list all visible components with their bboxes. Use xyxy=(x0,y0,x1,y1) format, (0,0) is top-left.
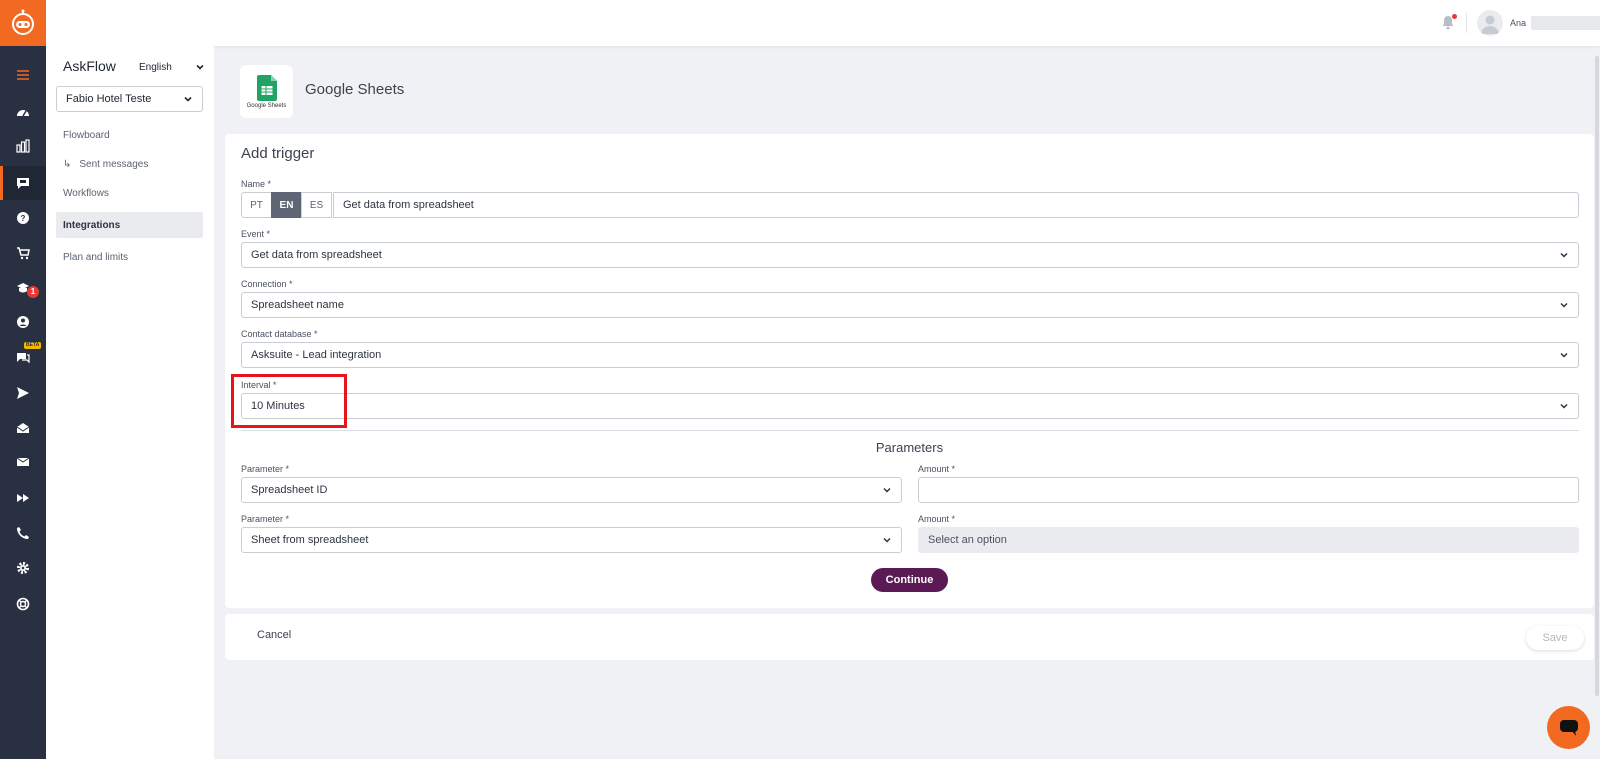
sidebar-item-label: Integrations xyxy=(63,219,121,231)
chevron-down-icon xyxy=(1560,252,1568,258)
user-name-redacted xyxy=(1531,16,1600,30)
chat-bot-icon[interactable] xyxy=(0,166,46,200)
user-menu[interactable]: Ana ▾ xyxy=(1477,10,1600,36)
graduation-cap-icon[interactable]: 1 xyxy=(0,271,46,305)
parameter-select[interactable]: Sheet from spreadsheet xyxy=(241,527,902,553)
sidebar-item-workflows[interactable]: Workflows xyxy=(56,180,203,206)
language-toggle: PT EN ES xyxy=(241,192,332,218)
dashboard-icon[interactable] xyxy=(0,95,46,129)
support-icon[interactable] xyxy=(0,587,46,621)
sidebar-item-label: Plan and limits xyxy=(63,251,129,263)
trigger-name-value: Get data from spreadsheet xyxy=(343,199,474,211)
chat-bubble-icon xyxy=(1559,719,1578,736)
svg-text:?: ? xyxy=(21,214,26,223)
main-nav-rail: ? 1 BETA xyxy=(0,0,46,759)
amount-label: Amount * xyxy=(918,514,956,524)
event-select[interactable]: Get data from spreadsheet xyxy=(241,242,1579,268)
askflow-sidebar: AskFlow English Fabio Hotel Teste Flowbo… xyxy=(46,46,214,759)
chevron-down-icon xyxy=(883,537,891,543)
beta-badge: BETA xyxy=(24,342,42,349)
avatar xyxy=(1477,10,1503,36)
language-value: English xyxy=(139,61,172,73)
topbar-divider xyxy=(1466,13,1467,33)
lang-es-button[interactable]: ES xyxy=(301,192,332,218)
lang-pt-button[interactable]: PT xyxy=(241,192,272,218)
chevron-down-icon xyxy=(196,64,204,70)
chevron-down-icon xyxy=(184,96,192,102)
scrollbar-thumb[interactable] xyxy=(1595,56,1599,696)
sidebar-item-flowboard[interactable]: Flowboard xyxy=(56,122,203,148)
parameter-select[interactable]: Spreadsheet ID xyxy=(241,477,902,503)
sidebar-item-label: Flowboard xyxy=(63,129,110,141)
sidebar-item-plan-and-limits[interactable]: Plan and limits xyxy=(56,244,203,270)
interval-select[interactable]: 10 Minutes xyxy=(241,393,1579,419)
lang-en-button[interactable]: EN xyxy=(271,192,302,218)
parameters-title: Parameters xyxy=(875,440,944,455)
user-name: Ana xyxy=(1510,18,1527,28)
subitem-arrow-icon: ↳ xyxy=(63,158,72,170)
sidebar-item-integrations[interactable]: Integrations xyxy=(56,212,203,238)
parameter-value: Spreadsheet ID xyxy=(251,484,328,496)
interval-highlight-box xyxy=(231,374,347,428)
cart-icon[interactable] xyxy=(0,236,46,270)
contact-database-select[interactable]: Asksuite - Lead integration xyxy=(241,342,1579,368)
cancel-button[interactable]: Cancel xyxy=(257,629,291,641)
add-trigger-form: Add trigger Name * PT EN ES Get data fro… xyxy=(225,134,1594,608)
parameter-label: Parameter * xyxy=(241,514,290,524)
event-label: Event * xyxy=(241,229,271,239)
form-title: Add trigger xyxy=(241,145,315,162)
amount-select-disabled: Select an option xyxy=(918,527,1579,553)
page-title: Google Sheets xyxy=(305,81,405,98)
help-icon[interactable]: ? xyxy=(0,201,46,235)
robot-logo-icon[interactable] xyxy=(0,0,46,46)
send-icon[interactable] xyxy=(0,376,46,410)
sidebar-item-label: Workflows xyxy=(63,187,109,199)
trigger-name-input[interactable]: Get data from spreadsheet xyxy=(333,192,1579,218)
integration-caption: Google Sheets xyxy=(246,102,287,109)
fast-forward-icon[interactable] xyxy=(0,481,46,515)
messages-icon[interactable]: BETA xyxy=(0,340,46,374)
contact-database-label: Contact database * xyxy=(241,329,318,339)
notification-count-badge: 1 xyxy=(27,286,39,298)
user-circle-icon[interactable] xyxy=(0,305,46,339)
event-value: Get data from spreadsheet xyxy=(251,249,382,261)
amount-label: Amount * xyxy=(918,464,956,474)
chevron-down-icon xyxy=(883,487,891,493)
sidebar-title: AskFlow xyxy=(63,58,116,74)
inbox-icon[interactable] xyxy=(0,411,46,445)
connection-select[interactable]: Spreadsheet name xyxy=(241,292,1579,318)
chevron-down-icon xyxy=(1560,352,1568,358)
parameter-label: Parameter * xyxy=(241,464,290,474)
phone-icon[interactable] xyxy=(0,516,46,550)
parameter-value: Sheet from spreadsheet xyxy=(251,534,369,546)
name-label: Name * xyxy=(241,179,272,189)
sidebar-item-label: Sent messages xyxy=(79,158,149,170)
connection-label: Connection * xyxy=(241,279,293,289)
section-divider xyxy=(241,430,1579,431)
mail-icon[interactable] xyxy=(0,445,46,479)
continue-button[interactable]: Continue xyxy=(871,568,948,592)
chevron-down-icon xyxy=(1560,403,1568,409)
hotel-select[interactable]: Fabio Hotel Teste xyxy=(56,86,203,112)
top-bar: Ana ▾ xyxy=(46,0,1600,46)
connection-value: Spreadsheet name xyxy=(251,299,344,311)
chat-widget-button[interactable] xyxy=(1547,706,1590,749)
hotel-value: Fabio Hotel Teste xyxy=(66,93,152,105)
chevron-down-icon xyxy=(1560,302,1568,308)
amount-input[interactable] xyxy=(918,477,1579,503)
menu-icon[interactable] xyxy=(0,58,46,92)
notification-dot xyxy=(1452,14,1457,19)
bell-icon[interactable] xyxy=(1441,14,1457,30)
google-sheets-icon xyxy=(256,74,277,101)
bar-chart-icon[interactable] xyxy=(0,129,46,163)
contact-database-value: Asksuite - Lead integration xyxy=(251,349,382,361)
save-button[interactable]: Save xyxy=(1526,626,1584,650)
amount-placeholder: Select an option xyxy=(928,534,1007,546)
form-footer: Cancel Save xyxy=(225,614,1594,660)
integration-logo: Google Sheets xyxy=(240,65,293,118)
language-select[interactable]: English xyxy=(139,58,205,76)
sidebar-item-sent-messages[interactable]: ↳ Sent messages xyxy=(56,151,203,177)
settings-icon[interactable] xyxy=(0,551,46,585)
